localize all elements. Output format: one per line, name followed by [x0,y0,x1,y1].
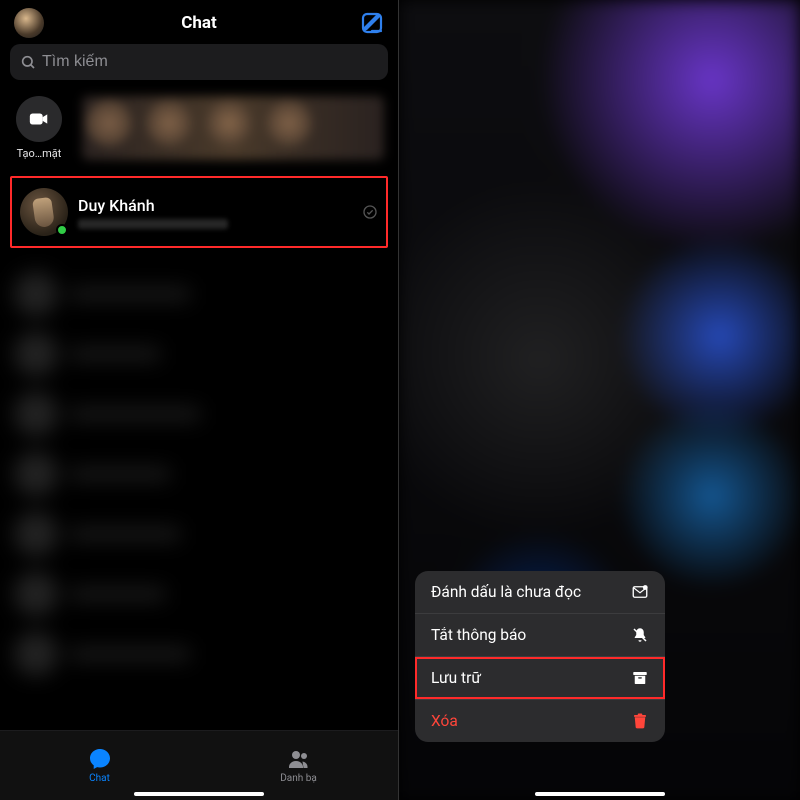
home-indicator [535,792,665,796]
video-plus-icon [28,108,50,130]
menu-item-delete[interactable]: Xóa [415,700,665,742]
trash-icon [631,712,649,730]
online-indicator [56,224,68,236]
delivered-check-icon [362,204,378,220]
home-indicator [134,792,264,796]
menu-item-label: Đánh dấu là chưa đọc [431,583,581,601]
nav-contacts[interactable]: Danh bạ [199,731,398,800]
conversation-preview-blurred [78,219,228,229]
create-room[interactable]: Tạo…mặt [14,96,64,160]
messenger-chat-list-panel: Chat Tạo…mặt Duy Khánh [0,0,399,800]
header: Chat [0,0,398,44]
nav-contacts-label: Danh bạ [280,773,317,784]
search-bar[interactable] [10,44,388,80]
unread-icon [631,583,649,601]
conversation-avatar-wrap [20,188,68,236]
archive-icon [631,669,649,687]
menu-item-mark-unread[interactable]: Đánh dấu là chưa đọc [415,571,665,614]
search-icon [20,54,36,70]
menu-item-archive[interactable]: Lưu trữ [415,657,665,700]
conversation-name: Duy Khánh [78,196,352,215]
create-room-label: Tạo…mặt [13,147,65,160]
bottom-nav: Chat Danh bạ [0,730,398,800]
conversation-row-highlighted[interactable]: Duy Khánh [10,176,388,248]
menu-item-label: Tắt thông báo [431,626,526,644]
nav-chat-label: Chat [89,773,110,784]
search-bar-container [0,44,398,88]
compose-icon[interactable] [360,11,384,35]
active-stories-blurred [82,96,384,160]
story-row: Tạo…mặt [0,88,398,170]
menu-item-mute[interactable]: Tắt thông báo [415,614,665,657]
nav-chat[interactable]: Chat [0,731,199,800]
chat-icon [88,747,112,771]
page-title: Chat [0,13,398,33]
messenger-context-menu-panel: Đánh dấu là chưa đọc Tắt thông báo Lưu t… [399,0,800,800]
menu-item-label: Xóa [431,712,458,730]
conversation-info: Duy Khánh [78,196,352,229]
search-input[interactable] [42,53,378,71]
context-menu: Đánh dấu là chưa đọc Tắt thông báo Lưu t… [415,571,665,742]
menu-item-label: Lưu trữ [431,669,481,687]
people-icon [287,747,311,771]
conversation-list-blurred [0,254,398,694]
profile-avatar[interactable] [14,8,44,38]
mute-icon [631,626,649,644]
create-room-button[interactable] [16,96,62,142]
